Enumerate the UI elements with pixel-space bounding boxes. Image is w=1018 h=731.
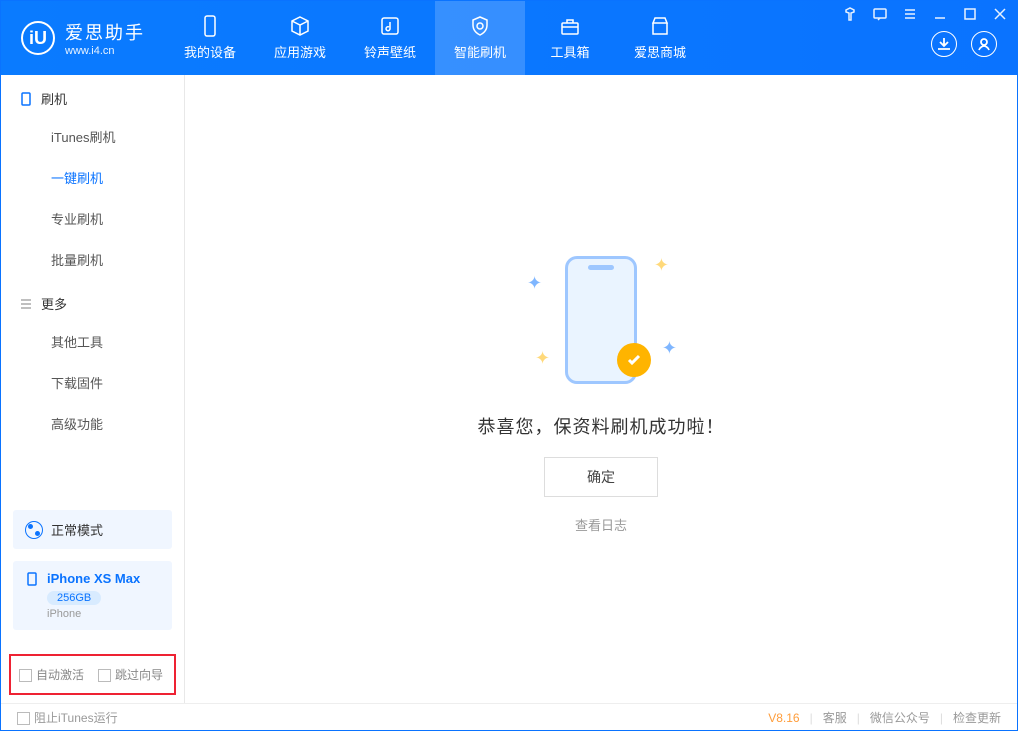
sidebar-item-itunes-flash[interactable]: iTunes刷机 — [1, 116, 184, 157]
minimize-button[interactable] — [931, 5, 949, 23]
success-message: 恭喜您，保资料刷机成功啦！ — [478, 413, 725, 439]
version-label: V8.16 — [768, 711, 799, 725]
device-line: iPhone — [47, 608, 160, 620]
checkbox-label: 跳过向导 — [115, 668, 163, 682]
support-link[interactable]: 客服 — [823, 709, 847, 726]
checkbox-skip-guide[interactable]: 跳过向导 — [98, 666, 163, 683]
main-content: ✦ ✦ ✦ ✦ 恭喜您，保资料刷机成功啦！ 确定 查看日志 — [185, 75, 1017, 703]
mode-label: 正常模式 — [51, 520, 103, 539]
footer: 阻止iTunes运行 V8.16 | 客服 | 微信公众号 | 检查更新 — [1, 703, 1017, 731]
logo[interactable]: iU 爱思助手 www.i4.cn — [1, 19, 165, 57]
nav-ringtones-wallpapers[interactable]: 铃声壁纸 — [345, 1, 435, 75]
mode-box[interactable]: 正常模式 — [13, 510, 172, 549]
checkbox-label: 自动激活 — [36, 668, 84, 682]
check-update-link[interactable]: 检查更新 — [953, 709, 1001, 726]
device-storage: 256GB — [47, 591, 101, 605]
checkbox-auto-activate[interactable]: 自动激活 — [19, 666, 84, 683]
top-nav: 我的设备 应用游戏 铃声壁纸 智能刷机 工具箱 爱思商城 — [165, 1, 705, 75]
sparkle-icon: ✦ — [662, 338, 677, 359]
cube-icon — [289, 15, 311, 37]
account-button[interactable] — [971, 31, 997, 57]
sparkle-icon: ✦ — [654, 255, 669, 276]
menu-icon[interactable] — [901, 5, 919, 23]
mode-icon — [25, 521, 43, 539]
view-log-link[interactable]: 查看日志 — [575, 515, 627, 534]
checkbox-block-itunes[interactable]: 阻止iTunes运行 — [17, 709, 118, 726]
sparkle-icon: ✦ — [535, 348, 550, 369]
flash-options-highlight: 自动激活 跳过向导 — [9, 654, 176, 695]
skin-icon[interactable] — [841, 5, 859, 23]
sparkle-icon: ✦ — [527, 273, 542, 294]
phone-icon — [25, 572, 39, 586]
maximize-button[interactable] — [961, 5, 979, 23]
sidebar-item-other-tools[interactable]: 其他工具 — [1, 321, 184, 362]
success-badge-icon — [617, 343, 651, 377]
wechat-link[interactable]: 微信公众号 — [870, 709, 930, 726]
feedback-icon[interactable] — [871, 5, 889, 23]
nav-label: 爱思商城 — [634, 42, 686, 61]
music-folder-icon — [379, 15, 401, 37]
checkbox-label: 阻止iTunes运行 — [34, 711, 118, 725]
toolbox-icon — [559, 15, 581, 37]
close-button[interactable] — [991, 5, 1009, 23]
device-name: iPhone XS Max — [47, 571, 140, 586]
nav-store[interactable]: 爱思商城 — [615, 1, 705, 75]
sidebar-item-advanced[interactable]: 高级功能 — [1, 403, 184, 444]
download-button[interactable] — [931, 31, 957, 57]
app-title: 爱思助手 — [65, 19, 145, 45]
header: iU 爱思助手 www.i4.cn 我的设备 应用游戏 铃声壁纸 智能刷机 工具… — [1, 1, 1017, 75]
nav-apps-games[interactable]: 应用游戏 — [255, 1, 345, 75]
sidebar-item-pro-flash[interactable]: 专业刷机 — [1, 198, 184, 239]
nav-smart-flash[interactable]: 智能刷机 — [435, 1, 525, 75]
header-right — [931, 31, 997, 57]
nav-label: 工具箱 — [550, 42, 589, 61]
sidebar-item-oneclick-flash[interactable]: 一键刷机 — [1, 157, 184, 198]
nav-my-device[interactable]: 我的设备 — [165, 1, 255, 75]
body: 刷机 iTunes刷机 一键刷机 专业刷机 批量刷机 更多 其他工具 下载固件 … — [1, 75, 1017, 703]
store-icon — [649, 15, 671, 37]
logo-text: 爱思助手 www.i4.cn — [65, 19, 145, 57]
sidebar-item-batch-flash[interactable]: 批量刷机 — [1, 239, 184, 280]
window-controls — [841, 5, 1009, 23]
success-illustration: ✦ ✦ ✦ ✦ — [501, 245, 701, 395]
app-url: www.i4.cn — [65, 45, 145, 57]
section-flash: 刷机 — [1, 75, 184, 116]
nav-label: 智能刷机 — [454, 42, 506, 61]
phone-icon — [19, 92, 33, 106]
nav-label: 我的设备 — [184, 42, 236, 61]
shield-refresh-icon — [469, 15, 491, 37]
sidebar: 刷机 iTunes刷机 一键刷机 专业刷机 批量刷机 更多 其他工具 下载固件 … — [1, 75, 185, 703]
section-title: 更多 — [41, 294, 67, 313]
nav-label: 铃声壁纸 — [364, 42, 416, 61]
ok-button[interactable]: 确定 — [544, 457, 658, 497]
device-icon — [199, 15, 221, 37]
section-more: 更多 — [1, 280, 184, 321]
device-box[interactable]: iPhone XS Max 256GB iPhone — [13, 561, 172, 630]
sidebar-item-download-firmware[interactable]: 下载固件 — [1, 362, 184, 403]
nav-label: 应用游戏 — [274, 42, 326, 61]
logo-icon: iU — [21, 21, 55, 55]
nav-toolbox[interactable]: 工具箱 — [525, 1, 615, 75]
list-icon — [19, 297, 33, 311]
section-title: 刷机 — [41, 89, 67, 108]
